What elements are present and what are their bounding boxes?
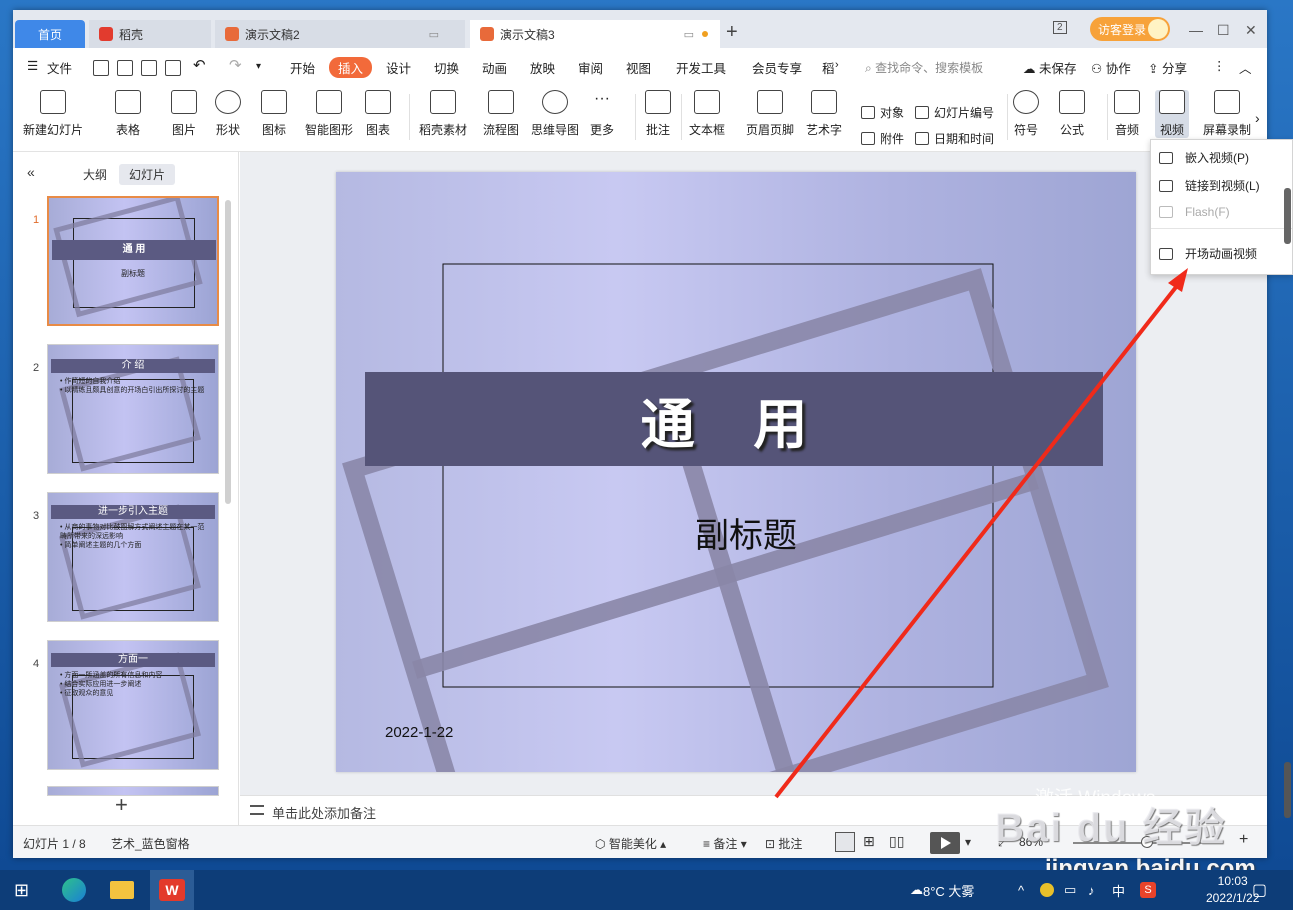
weather-widget[interactable]: ☁ 8°C 大雾 [910, 870, 974, 910]
ime-indicator[interactable]: 中 [1112, 870, 1125, 910]
tray-expand-icon[interactable]: ^ [1018, 870, 1024, 910]
activate-windows-watermark: 激活 Windows [1035, 788, 1156, 809]
cloud-icon: ☁ [910, 882, 923, 897]
notification-icon[interactable]: ▢ [1252, 870, 1267, 910]
annotation-arrow [774, 268, 1188, 799]
tray-app-icon[interactable] [1040, 870, 1054, 910]
edge-browser-icon[interactable] [62, 870, 86, 910]
wps-taskbar-icon[interactable]: W [150, 870, 194, 910]
arrow-head [1168, 268, 1188, 292]
volume-icon[interactable]: ♪ [1088, 870, 1095, 910]
taskbar: ⊞ W ☁ 8°C 大雾 ^ ▭ ♪ 中 S 10:03 2022/1/22 ▢ [0, 870, 1293, 910]
windows-start-icon[interactable]: ⊞ [14, 870, 29, 910]
weather-label: 8°C 大雾 [923, 883, 975, 899]
arrow-shaft [774, 280, 1182, 799]
file-explorer-icon[interactable] [110, 870, 134, 910]
network-icon[interactable]: ▭ [1064, 870, 1076, 910]
sogou-ime-icon[interactable]: S [1140, 870, 1156, 910]
